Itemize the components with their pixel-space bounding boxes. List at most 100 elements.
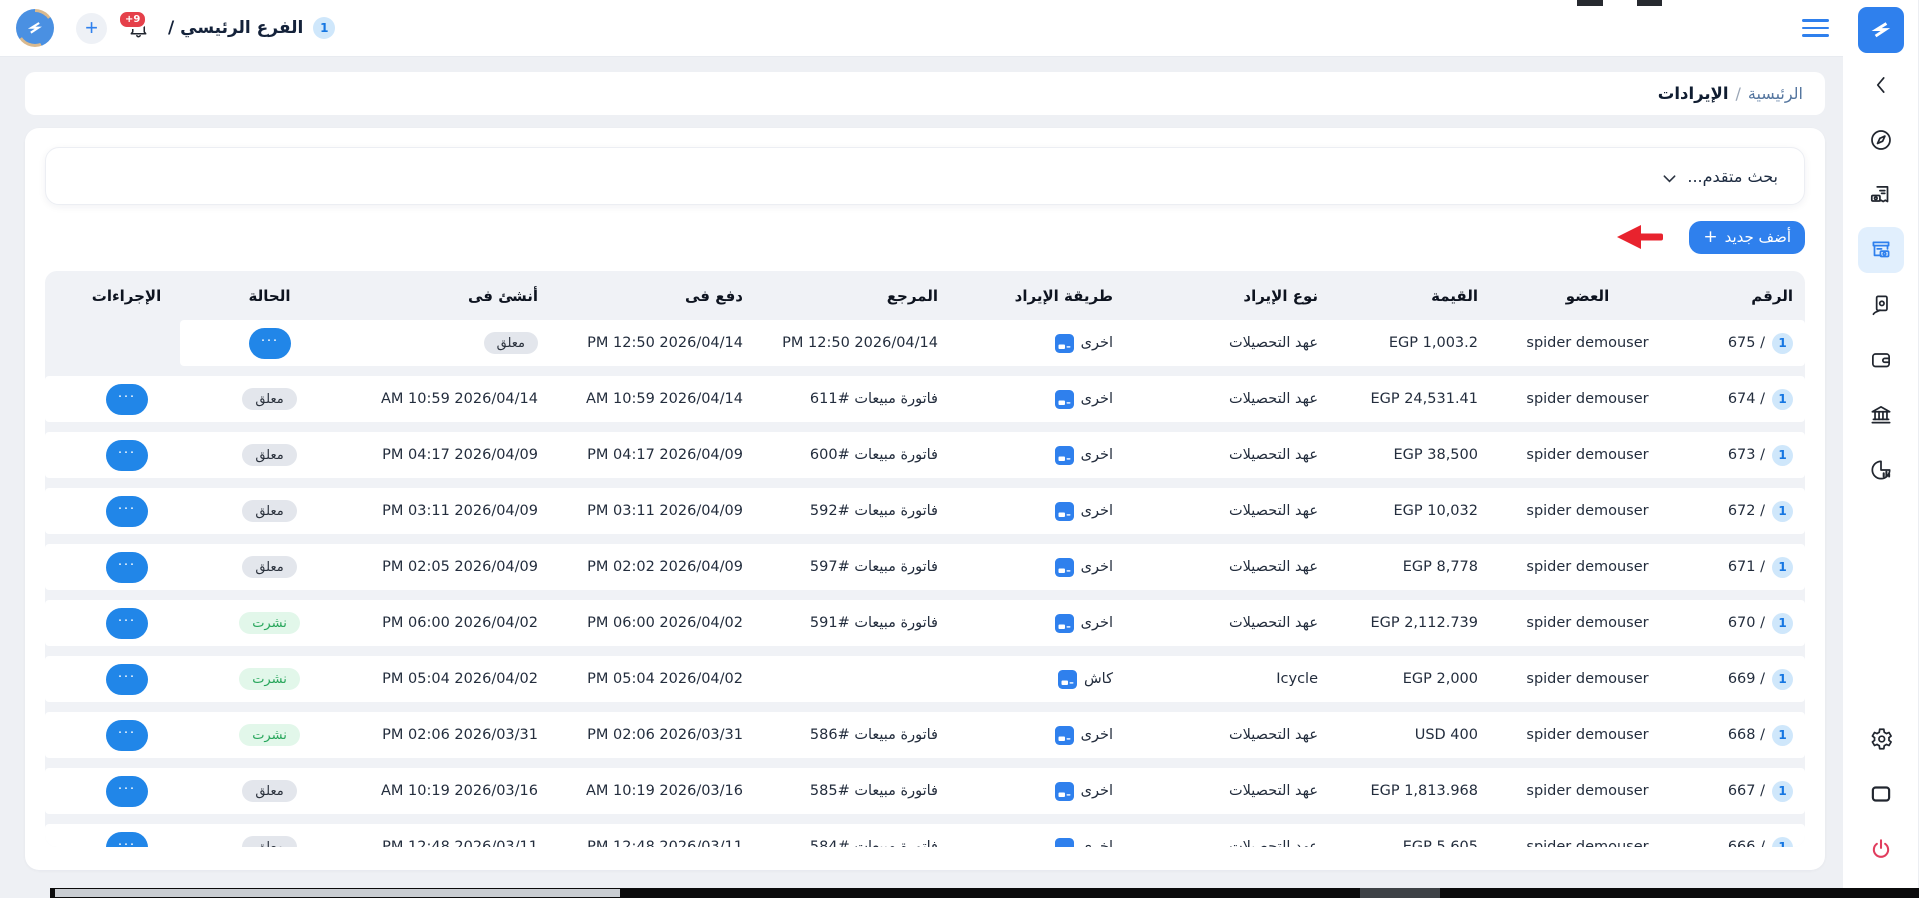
- cell-paid-at: PM 04:17 2026/04/09: [550, 447, 755, 463]
- cash-hand-icon: [1868, 292, 1894, 318]
- sidebar-item-payments[interactable]: [1858, 282, 1904, 328]
- table-row[interactable]: 1669 / spider demouserEGP 2,000Icycleكاش…: [45, 656, 1805, 702]
- add-new-button[interactable]: أضف جديد +: [1689, 221, 1805, 254]
- sidebar-item-expenses[interactable]: [1858, 172, 1904, 218]
- sidebar-item-settings[interactable]: [1858, 716, 1904, 762]
- cell-value: EGP 38,500: [1330, 447, 1490, 463]
- cell-reference: فاتورة مبيعات #600: [755, 447, 950, 463]
- cell-actions: ···: [59, 832, 194, 848]
- cell-revenue-type: عهد التحصيلات: [1125, 615, 1330, 631]
- sidebar-item-screen[interactable]: [1858, 771, 1904, 817]
- top-edge-artifact: [1577, 0, 1603, 6]
- row-actions-button[interactable]: ···: [106, 776, 148, 807]
- column-header: المرجع: [755, 287, 950, 305]
- cell-paid-at: PM 02:06 2026/03/31: [550, 727, 755, 743]
- sidebar-item-wallet[interactable]: [1858, 337, 1904, 383]
- sidebar-item-dashboard[interactable]: [1858, 117, 1904, 163]
- wallet-icon: [1868, 347, 1894, 373]
- cell-status: نشرت: [194, 612, 345, 634]
- status-badge: نشرت: [239, 724, 300, 746]
- chevron-collapse-icon: [1868, 72, 1894, 98]
- top-edge-artifact: [1637, 0, 1662, 6]
- cell-actions: ···: [59, 720, 194, 751]
- notifications-button[interactable]: +9: [127, 17, 150, 40]
- quick-add-button[interactable]: +: [76, 13, 107, 44]
- row-actions-button[interactable]: ···: [106, 720, 148, 751]
- cell-revenue-type: عهد التحصيلات: [1125, 447, 1330, 463]
- status-badge: نشرت: [239, 612, 300, 634]
- cell-reference: فاتورة مبيعات #591: [755, 615, 950, 631]
- row-actions-button[interactable]: ···: [106, 552, 148, 583]
- cell-reference: فاتورة مبيعات #586: [755, 727, 950, 743]
- table-row[interactable]: 1666 / spider demouserEGP 5,605عهد التحص…: [45, 824, 1805, 847]
- cell-value: EGP 10,032: [1330, 503, 1490, 519]
- column-header: الإجراءات: [59, 287, 194, 305]
- row-count-badge: 1: [1772, 837, 1793, 848]
- cell-created-at: PM 03:11 2026/04/09: [345, 503, 550, 519]
- sidebar-item-logout[interactable]: [1858, 826, 1904, 872]
- cell-paid-at: PM 03:11 2026/04/09: [550, 503, 755, 519]
- row-actions-button[interactable]: ···: [106, 608, 148, 639]
- sidebar-item-reports[interactable]: [1858, 447, 1904, 493]
- column-header: طريقة الإيراد: [950, 287, 1125, 305]
- bottom-bar: [0, 888, 1919, 898]
- cell-number: 1672 /: [1685, 501, 1805, 522]
- row-actions-button[interactable]: ···: [249, 328, 291, 359]
- cell-revenue-method: اخرى: [950, 838, 1125, 848]
- table-row[interactable]: 1670 / spider demouserEGP 2,112.739عهد ا…: [45, 600, 1805, 646]
- app-logo[interactable]: [1858, 7, 1904, 53]
- cell-revenue-type: عهد التحصيلات: [1125, 503, 1330, 519]
- wallet-card-icon: [1055, 502, 1074, 521]
- row-actions-button[interactable]: ···: [106, 384, 148, 415]
- sidebar-item-revenues[interactable]: [1858, 227, 1904, 273]
- column-header: دفع فى: [550, 287, 755, 305]
- breadcrumb: الرئيسية / الإيرادات: [25, 72, 1825, 115]
- sidebar-item-bank[interactable]: [1858, 392, 1904, 438]
- cell-status: ···: [194, 328, 345, 359]
- row-actions-button[interactable]: ···: [106, 496, 148, 527]
- column-header: نوع الإيراد: [1125, 287, 1330, 305]
- avatar[interactable]: [16, 9, 54, 47]
- avatar-logo-icon: [19, 12, 51, 44]
- column-header: أنشئ فى: [345, 287, 550, 305]
- row-actions-button[interactable]: ···: [106, 832, 148, 848]
- row-actions-button[interactable]: ···: [106, 440, 148, 471]
- table-row[interactable]: 1674 / spider demouserEGP 24,531.41عهد ا…: [45, 376, 1805, 422]
- cell-value: EGP 1,003.2: [1330, 335, 1490, 351]
- wallet-card-icon: [1055, 782, 1074, 801]
- table-row[interactable]: 1667 / spider demouserEGP 1,813.968عهد ا…: [45, 768, 1805, 814]
- table-row[interactable]: 1673 / spider demouserEGP 38,500عهد التح…: [45, 432, 1805, 478]
- table-row[interactable]: 1675 / spider demouserEGP 1,003.2عهد الت…: [180, 320, 1805, 366]
- hamburger-menu-icon[interactable]: [1802, 19, 1829, 37]
- advanced-search-bar[interactable]: بحث متقدم...: [45, 147, 1805, 205]
- revenues-table: الرقمالعضوالقيمةنوع الإيرادطريقة الإيراد…: [45, 271, 1805, 847]
- cell-value: EGP 2,112.739: [1330, 615, 1490, 631]
- cell-actions: ···: [59, 552, 194, 583]
- cell-created-at: PM 06:00 2026/04/02: [345, 615, 550, 631]
- cell-number: 1673 /: [1685, 445, 1805, 466]
- content-card: بحث متقدم... أضف جديد +: [25, 128, 1825, 870]
- cell-status: نشرت: [194, 724, 345, 746]
- breadcrumb-home-link[interactable]: الرئيسية: [1748, 84, 1803, 103]
- table-body: 1675 / spider demouserEGP 1,003.2عهد الت…: [45, 320, 1805, 847]
- cell-status: معلق: [194, 780, 345, 802]
- cell-number: 1669 /: [1685, 669, 1805, 690]
- cell-number: 1674 /: [1685, 389, 1805, 410]
- sidebar-collapse-button[interactable]: [1858, 62, 1904, 108]
- table-row[interactable]: 1672 / spider demouserEGP 10,032عهد التح…: [45, 488, 1805, 534]
- cell-number: 1675 /: [1685, 333, 1805, 354]
- cell-created-at: PM 02:06 2026/03/31: [345, 727, 550, 743]
- power-icon: [1868, 836, 1894, 862]
- cell-reference: فاتورة مبيعات #592: [755, 503, 950, 519]
- revenues-pos-icon: [1868, 237, 1894, 263]
- cell-revenue-method: اخرى: [950, 446, 1125, 465]
- cell-revenue-type: عهد التحصيلات: [1125, 727, 1330, 743]
- scrollbar-thumb[interactable]: [55, 889, 620, 897]
- cell-status: معلق: [194, 500, 345, 522]
- cell-status: معلق: [194, 836, 345, 847]
- table-row[interactable]: 1671 / spider demouserEGP 8,778عهد التحص…: [45, 544, 1805, 590]
- cell-reference: فاتورة مبيعات #584: [755, 839, 950, 847]
- cell-number: 1671 /: [1685, 557, 1805, 578]
- row-actions-button[interactable]: ···: [106, 664, 148, 695]
- table-row[interactable]: 1668 / spider demouserUSD 400عهد التحصيل…: [45, 712, 1805, 758]
